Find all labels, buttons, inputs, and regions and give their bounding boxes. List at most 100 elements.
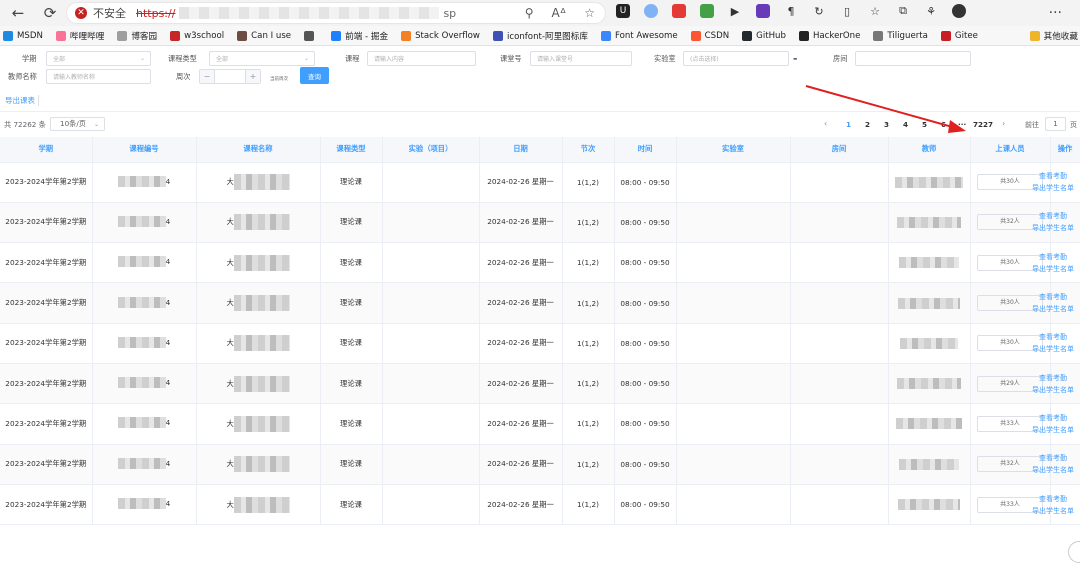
bookmark-item[interactable]: iconfont-阿里图标库 xyxy=(493,30,588,42)
course-name-cell: 大 xyxy=(196,243,320,283)
extension-icon[interactable] xyxy=(756,4,770,18)
page-number[interactable]: 3 xyxy=(884,120,889,129)
column-header[interactable]: 日期 xyxy=(479,137,562,162)
bookmark-item[interactable]: CSDN xyxy=(691,31,730,41)
export-students-link[interactable]: 导出学生名单 xyxy=(1027,263,1080,275)
extension-icon[interactable] xyxy=(700,4,714,18)
play-icon[interactable]: ▶ xyxy=(728,4,742,18)
bookmark-item[interactable]: 前端 - 掘金 xyxy=(331,30,388,42)
collections-icon[interactable]: ⧉ xyxy=(896,4,910,18)
column-header[interactable]: 时间 xyxy=(614,137,676,162)
export-students-link[interactable]: 导出学生名单 xyxy=(1027,182,1080,194)
extension-icon[interactable] xyxy=(644,4,658,18)
lab-clear-icon[interactable]: ▬ xyxy=(793,57,797,62)
bookmark-item[interactable]: Can I use xyxy=(237,31,291,41)
page-number[interactable]: 4 xyxy=(903,120,908,129)
goto-page-input[interactable]: 1 xyxy=(1045,117,1066,131)
zoom-icon[interactable]: ⚲ xyxy=(525,6,534,20)
favorite-star-icon[interactable]: ☆ xyxy=(584,6,595,20)
split-screen-icon[interactable]: ▯ xyxy=(840,4,854,18)
course-input[interactable]: 请输入内容 xyxy=(367,51,476,66)
page-ellipsis[interactable]: ··· xyxy=(958,120,966,129)
page-size-select[interactable]: 10条/页 ⌄ xyxy=(50,117,105,131)
page-number[interactable]: 5 xyxy=(922,120,927,129)
date-cell: 2024-02-26 星期一 xyxy=(479,404,562,444)
query-button[interactable]: 查询 xyxy=(300,67,329,84)
extension-icon[interactable]: U xyxy=(616,4,630,18)
course-name-prefix: 大 xyxy=(227,338,234,348)
room-input[interactable] xyxy=(855,51,971,66)
bookmark-item[interactable]: w3school xyxy=(170,31,224,41)
favorites-icon[interactable]: ☆ xyxy=(868,4,882,18)
page-number[interactable]: 1 xyxy=(846,120,851,129)
bookmark-item[interactable]: Gitee xyxy=(941,31,978,41)
bookmark-item[interactable]: MSDN xyxy=(3,31,43,41)
bookmark-item[interactable]: Stack Overflow xyxy=(401,31,480,41)
column-header[interactable]: 操作 xyxy=(1050,137,1080,162)
column-header[interactable]: 实验（项目） xyxy=(382,137,479,162)
read-aloud-icon[interactable]: Aᐞ xyxy=(552,6,567,20)
bookmark-icon xyxy=(331,31,341,41)
column-header[interactable]: 实验室 xyxy=(676,137,790,162)
export-students-link[interactable]: 导出学生名单 xyxy=(1027,303,1080,315)
room-no-input[interactable]: 请输入课堂号 xyxy=(530,51,632,66)
current-week-label[interactable]: 当前周次 xyxy=(270,76,288,82)
bookmark-item[interactable]: Font Awesome xyxy=(601,31,678,41)
export-students-link[interactable]: 导出学生名单 xyxy=(1027,343,1080,355)
course-type-label: 课程类型 xyxy=(168,54,197,64)
bookmark-item[interactable] xyxy=(304,31,318,41)
bookmark-item[interactable]: GitHub xyxy=(742,31,786,41)
teacher-input[interactable]: 请输入教师名称 xyxy=(46,69,151,84)
filter-panel: 学期 全部 ⌄ 课程类型 全部 ⌄ 课程 请输入内容 课堂号 请输入课堂号 实验… xyxy=(0,46,1080,90)
export-schedule-button[interactable]: 导出课表 xyxy=(5,95,39,106)
chevron-down-icon: ⌄ xyxy=(94,121,99,128)
column-header[interactable]: 学期 xyxy=(0,137,92,162)
prev-page-icon[interactable]: ‹ xyxy=(824,119,827,128)
back-icon[interactable]: ← xyxy=(4,0,32,26)
corner-widget[interactable] xyxy=(1068,541,1080,563)
course-type-select[interactable]: 全部 ⌄ xyxy=(209,51,315,66)
column-header[interactable]: 节次 xyxy=(562,137,614,162)
week-decrement-button[interactable]: − xyxy=(200,70,214,83)
export-students-link[interactable]: 导出学生名单 xyxy=(1027,384,1080,396)
avatar[interactable] xyxy=(952,4,966,18)
extensions-icon[interactable]: ⚘ xyxy=(924,4,938,18)
bookmark-label: 前端 - 掘金 xyxy=(345,30,388,42)
address-bar[interactable]: ✕ 不安全 https:// sp ⚲ Aᐞ ☆ xyxy=(66,2,606,24)
course-code-suffix: 4 xyxy=(166,499,171,508)
bookmark-item[interactable]: 哔哩哔哩 xyxy=(56,30,104,42)
page-number[interactable]: 2 xyxy=(865,120,870,129)
export-students-link[interactable]: 导出学生名单 xyxy=(1027,222,1080,234)
bookmark-item[interactable]: HackerOne xyxy=(799,31,860,41)
week-increment-button[interactable]: + xyxy=(246,70,260,83)
refresh-icon[interactable]: ⟳ xyxy=(36,0,64,26)
column-header[interactable]: 上课人员 xyxy=(970,137,1050,162)
extension-icon[interactable]: ↻ xyxy=(812,4,826,18)
lab-select[interactable]: (点击选择) xyxy=(683,51,789,66)
other-bookmarks-folder[interactable]: 其他收藏 xyxy=(1030,30,1078,42)
export-students-link[interactable]: 导出学生名单 xyxy=(1027,505,1080,517)
week-stepper[interactable]: − + xyxy=(199,69,261,84)
column-header[interactable]: 课程名称 xyxy=(196,137,320,162)
column-header[interactable]: 课程类型 xyxy=(320,137,382,162)
export-students-link[interactable]: 导出学生名单 xyxy=(1027,464,1080,476)
week-value-input[interactable] xyxy=(214,70,246,83)
more-menu-icon[interactable]: ··· xyxy=(1049,5,1062,21)
security-indicator[interactable]: ✕ 不安全 xyxy=(75,5,126,21)
course-code-suffix: 4 xyxy=(166,257,171,266)
bookmark-item[interactable]: 博客园 xyxy=(117,30,157,42)
column-header[interactable]: 教师 xyxy=(888,137,970,162)
export-students-link[interactable]: 导出学生名单 xyxy=(1027,424,1080,436)
section-cell: 1(1,2) xyxy=(562,162,614,202)
term-select[interactable]: 全部 ⌄ xyxy=(46,51,151,66)
extension-icon[interactable] xyxy=(672,4,686,18)
bookmark-item[interactable]: Tiliguerta xyxy=(873,31,928,41)
redacted-text xyxy=(234,295,290,311)
page-number[interactable]: 6 xyxy=(941,120,946,129)
paragraph-icon[interactable]: ¶ xyxy=(784,4,798,18)
course-name-cell: 大 xyxy=(196,444,320,484)
page-last[interactable]: 7227 xyxy=(973,120,993,129)
column-header[interactable]: 课程编号 xyxy=(92,137,196,162)
column-header[interactable]: 房间 xyxy=(790,137,888,162)
next-page-icon[interactable]: › xyxy=(1002,119,1005,128)
